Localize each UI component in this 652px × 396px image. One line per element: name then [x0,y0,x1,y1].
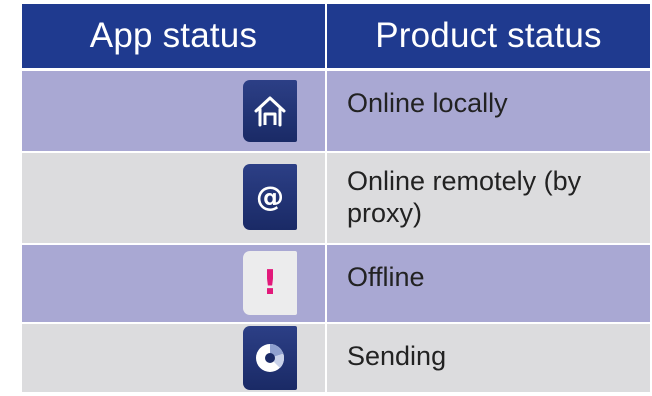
exclamation-icon: ! [243,251,297,315]
column-header-app-status: App status [22,4,325,68]
table-row: @ Online remotely (by proxy) [22,153,650,243]
at-sign-glyph: @ [256,180,284,213]
column-header-product-status: Product status [327,4,650,68]
product-status-text: Offline [347,262,425,292]
product-status-text: Online locally [347,88,508,118]
app-status-cell [22,324,325,392]
product-status-text: Sending [347,341,447,371]
app-status-cell: @ [22,153,325,243]
product-status-cell: Online locally [327,71,650,151]
table-header: App status Product status [22,4,650,68]
product-status-text: Online remotely (by proxy) [347,166,582,228]
sending-progress-glyph [256,344,285,372]
table-row: ! Offline [22,245,650,322]
sending-progress-icon [243,326,297,390]
product-status-cell: Sending [327,324,650,392]
product-status-cell: Online remotely (by proxy) [327,153,650,243]
at-sign-icon: @ [243,164,297,230]
home-icon [243,80,297,142]
status-table: App status Product status Online locally… [22,4,650,392]
app-status-cell [22,71,325,151]
table-row: Sending [22,324,650,392]
home-icon-glyph [254,96,286,127]
exclamation-glyph: ! [262,263,278,303]
app-status-cell: ! [22,245,325,322]
table-row: Online locally [22,71,650,151]
product-status-cell: Offline [327,245,650,322]
